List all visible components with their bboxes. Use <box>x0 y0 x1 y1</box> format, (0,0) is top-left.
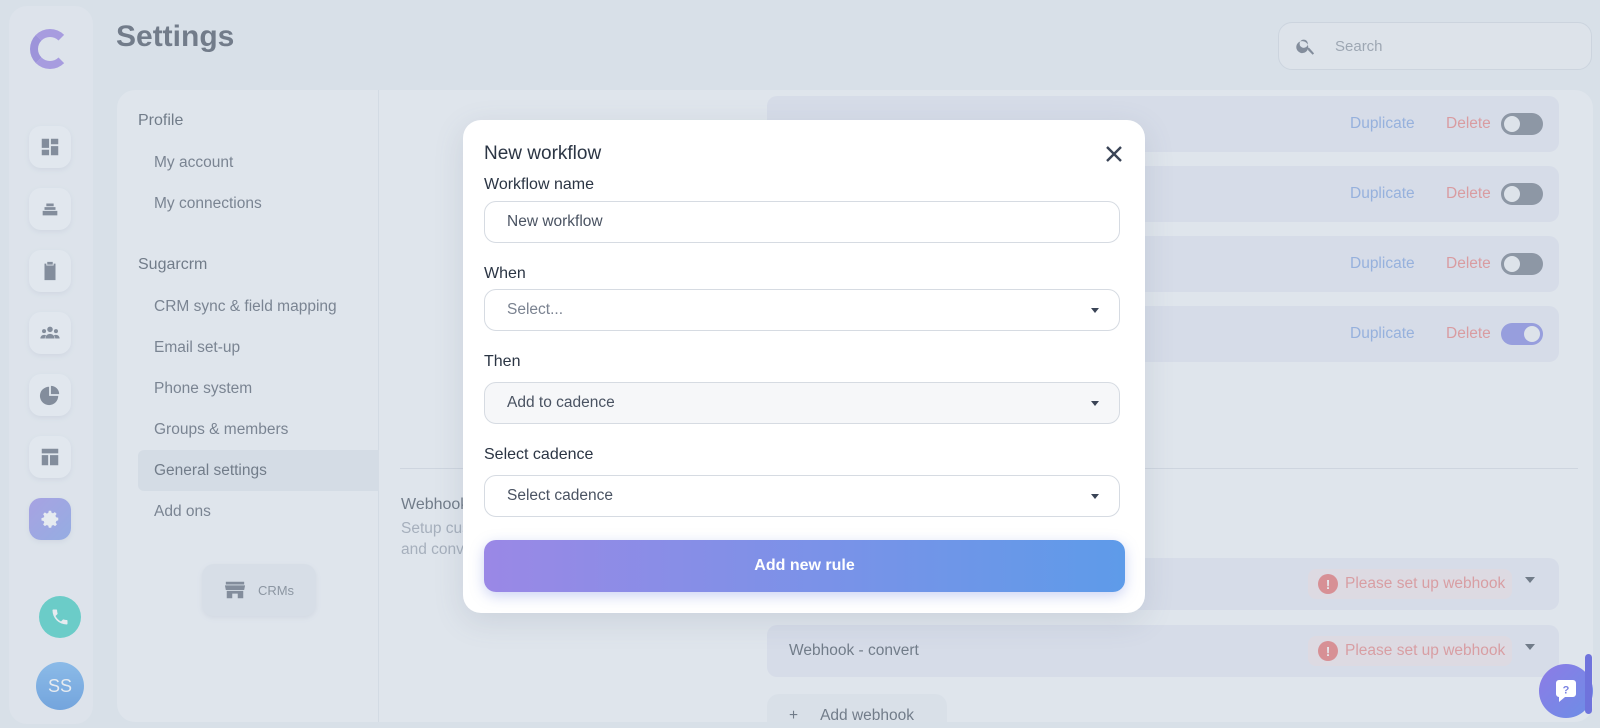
new-workflow-modal: New workflow Workflow name When Select..… <box>463 120 1145 613</box>
then-select[interactable]: Add to cadence <box>484 382 1120 424</box>
scrollbar-thumb[interactable] <box>1585 654 1592 714</box>
then-label: Then <box>484 353 521 370</box>
then-select-value: Add to cadence <box>507 394 615 411</box>
chevron-down-icon <box>1091 401 1099 406</box>
svg-text:?: ? <box>1563 685 1570 697</box>
when-select[interactable]: Select... <box>484 289 1120 331</box>
workflow-name-field[interactable] <box>484 201 1120 243</box>
cadence-select[interactable]: Select cadence <box>484 475 1120 517</box>
cadence-select-value: Select cadence <box>507 487 613 504</box>
when-select-value: Select... <box>507 301 563 318</box>
modal-title: New workflow <box>484 143 602 164</box>
close-icon[interactable] <box>1102 142 1126 166</box>
when-label: When <box>484 265 526 282</box>
select-cadence-label: Select cadence <box>484 446 594 463</box>
add-new-rule-button[interactable]: Add new rule <box>484 540 1125 592</box>
workflow-name-input[interactable] <box>507 213 1097 231</box>
chevron-down-icon <box>1091 494 1099 499</box>
chevron-down-icon <box>1091 308 1099 313</box>
workflow-name-label: Workflow name <box>484 176 594 193</box>
